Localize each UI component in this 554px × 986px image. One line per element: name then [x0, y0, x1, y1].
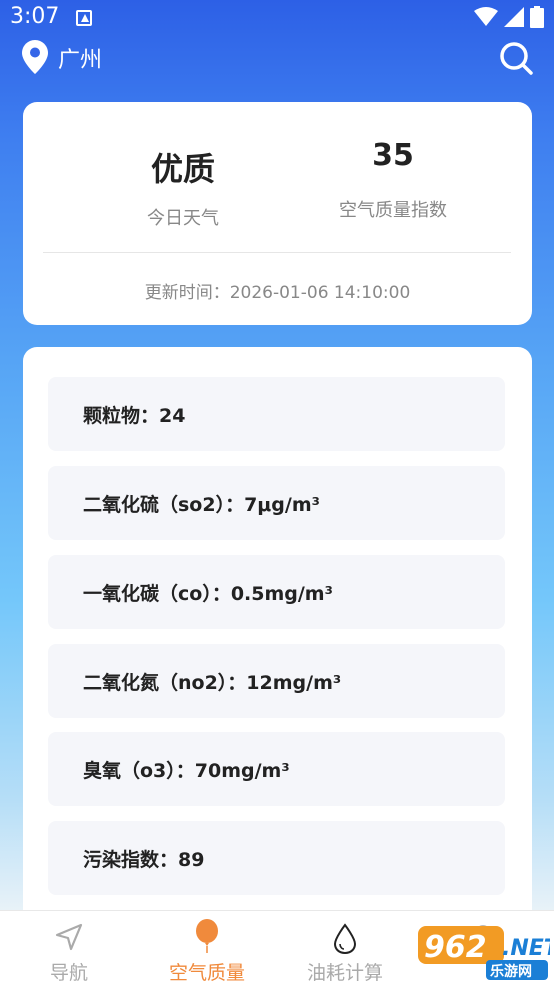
status-icons: [474, 6, 544, 28]
pollutant-co: 一氧化碳（co）：0.5mg/m³: [48, 555, 505, 629]
nav-item-air-quality[interactable]: 空气质量: [138, 911, 276, 986]
navigation-arrow-icon: [55, 923, 83, 951]
pollutant-so2: 二氧化硫（so2）：7μg/m³: [48, 466, 505, 540]
pollutant-particulate: 颗粒物：24: [48, 377, 505, 451]
update-time-value: 2026-01-06 14:10:00: [229, 283, 411, 303]
air-quality-level: 优质: [150, 150, 215, 188]
search-icon[interactable]: [498, 40, 534, 76]
pollutant-o3: 臭氧（o3）：70mg/m³: [48, 732, 505, 806]
svg-text:乐游网: 乐游网: [490, 963, 532, 980]
wifi-icon: [474, 7, 498, 26]
pollutants-card: 颗粒物：24 二氧化硫（so2）：7μg/m³ 一氧化碳（co）：0.5mg/m…: [23, 347, 532, 947]
nav-label-air-quality: 空气质量: [168, 962, 245, 984]
update-time-row: 更新时间：2026-01-06 14:10:00: [23, 278, 532, 303]
pollutant-no2: 二氧化氮（no2）：12mg/m³: [48, 644, 505, 718]
air-quality-label: 今日天气: [147, 208, 219, 229]
droplet-icon: [333, 923, 357, 955]
header: 广州: [0, 36, 554, 80]
battery-icon: [530, 6, 544, 28]
status-bar: 3:07: [0, 0, 554, 36]
location-pin-icon: [22, 40, 48, 74]
svg-text:962: 962: [424, 930, 487, 965]
nav-label-navigation: 导航: [49, 962, 88, 984]
update-time-label: 更新时间：: [144, 283, 230, 303]
cellular-icon: [504, 7, 524, 27]
app-notification-icon: [76, 10, 92, 26]
svg-text:.NET: .NET: [502, 936, 550, 961]
nav-label-fuel-calc: 油耗计算: [306, 962, 383, 984]
air-summary-card: 优质 今日天气 35 空气质量指数 更新时间：2026-01-06 14:10:…: [23, 102, 532, 325]
pollution-index: 污染指数：89: [48, 821, 505, 895]
aqi-value: 35: [372, 138, 414, 173]
nav-item-fuel-calc[interactable]: 油耗计算: [276, 911, 414, 986]
watermark-logo: 962 .NET 乐游网: [418, 926, 550, 980]
aqi-label: 空气质量指数: [339, 200, 447, 221]
status-time: 3:07: [10, 4, 60, 29]
balloon-icon: [196, 919, 218, 953]
nav-item-navigation[interactable]: 导航: [0, 911, 138, 986]
city-name[interactable]: 广州: [58, 42, 102, 74]
divider: [43, 252, 511, 253]
